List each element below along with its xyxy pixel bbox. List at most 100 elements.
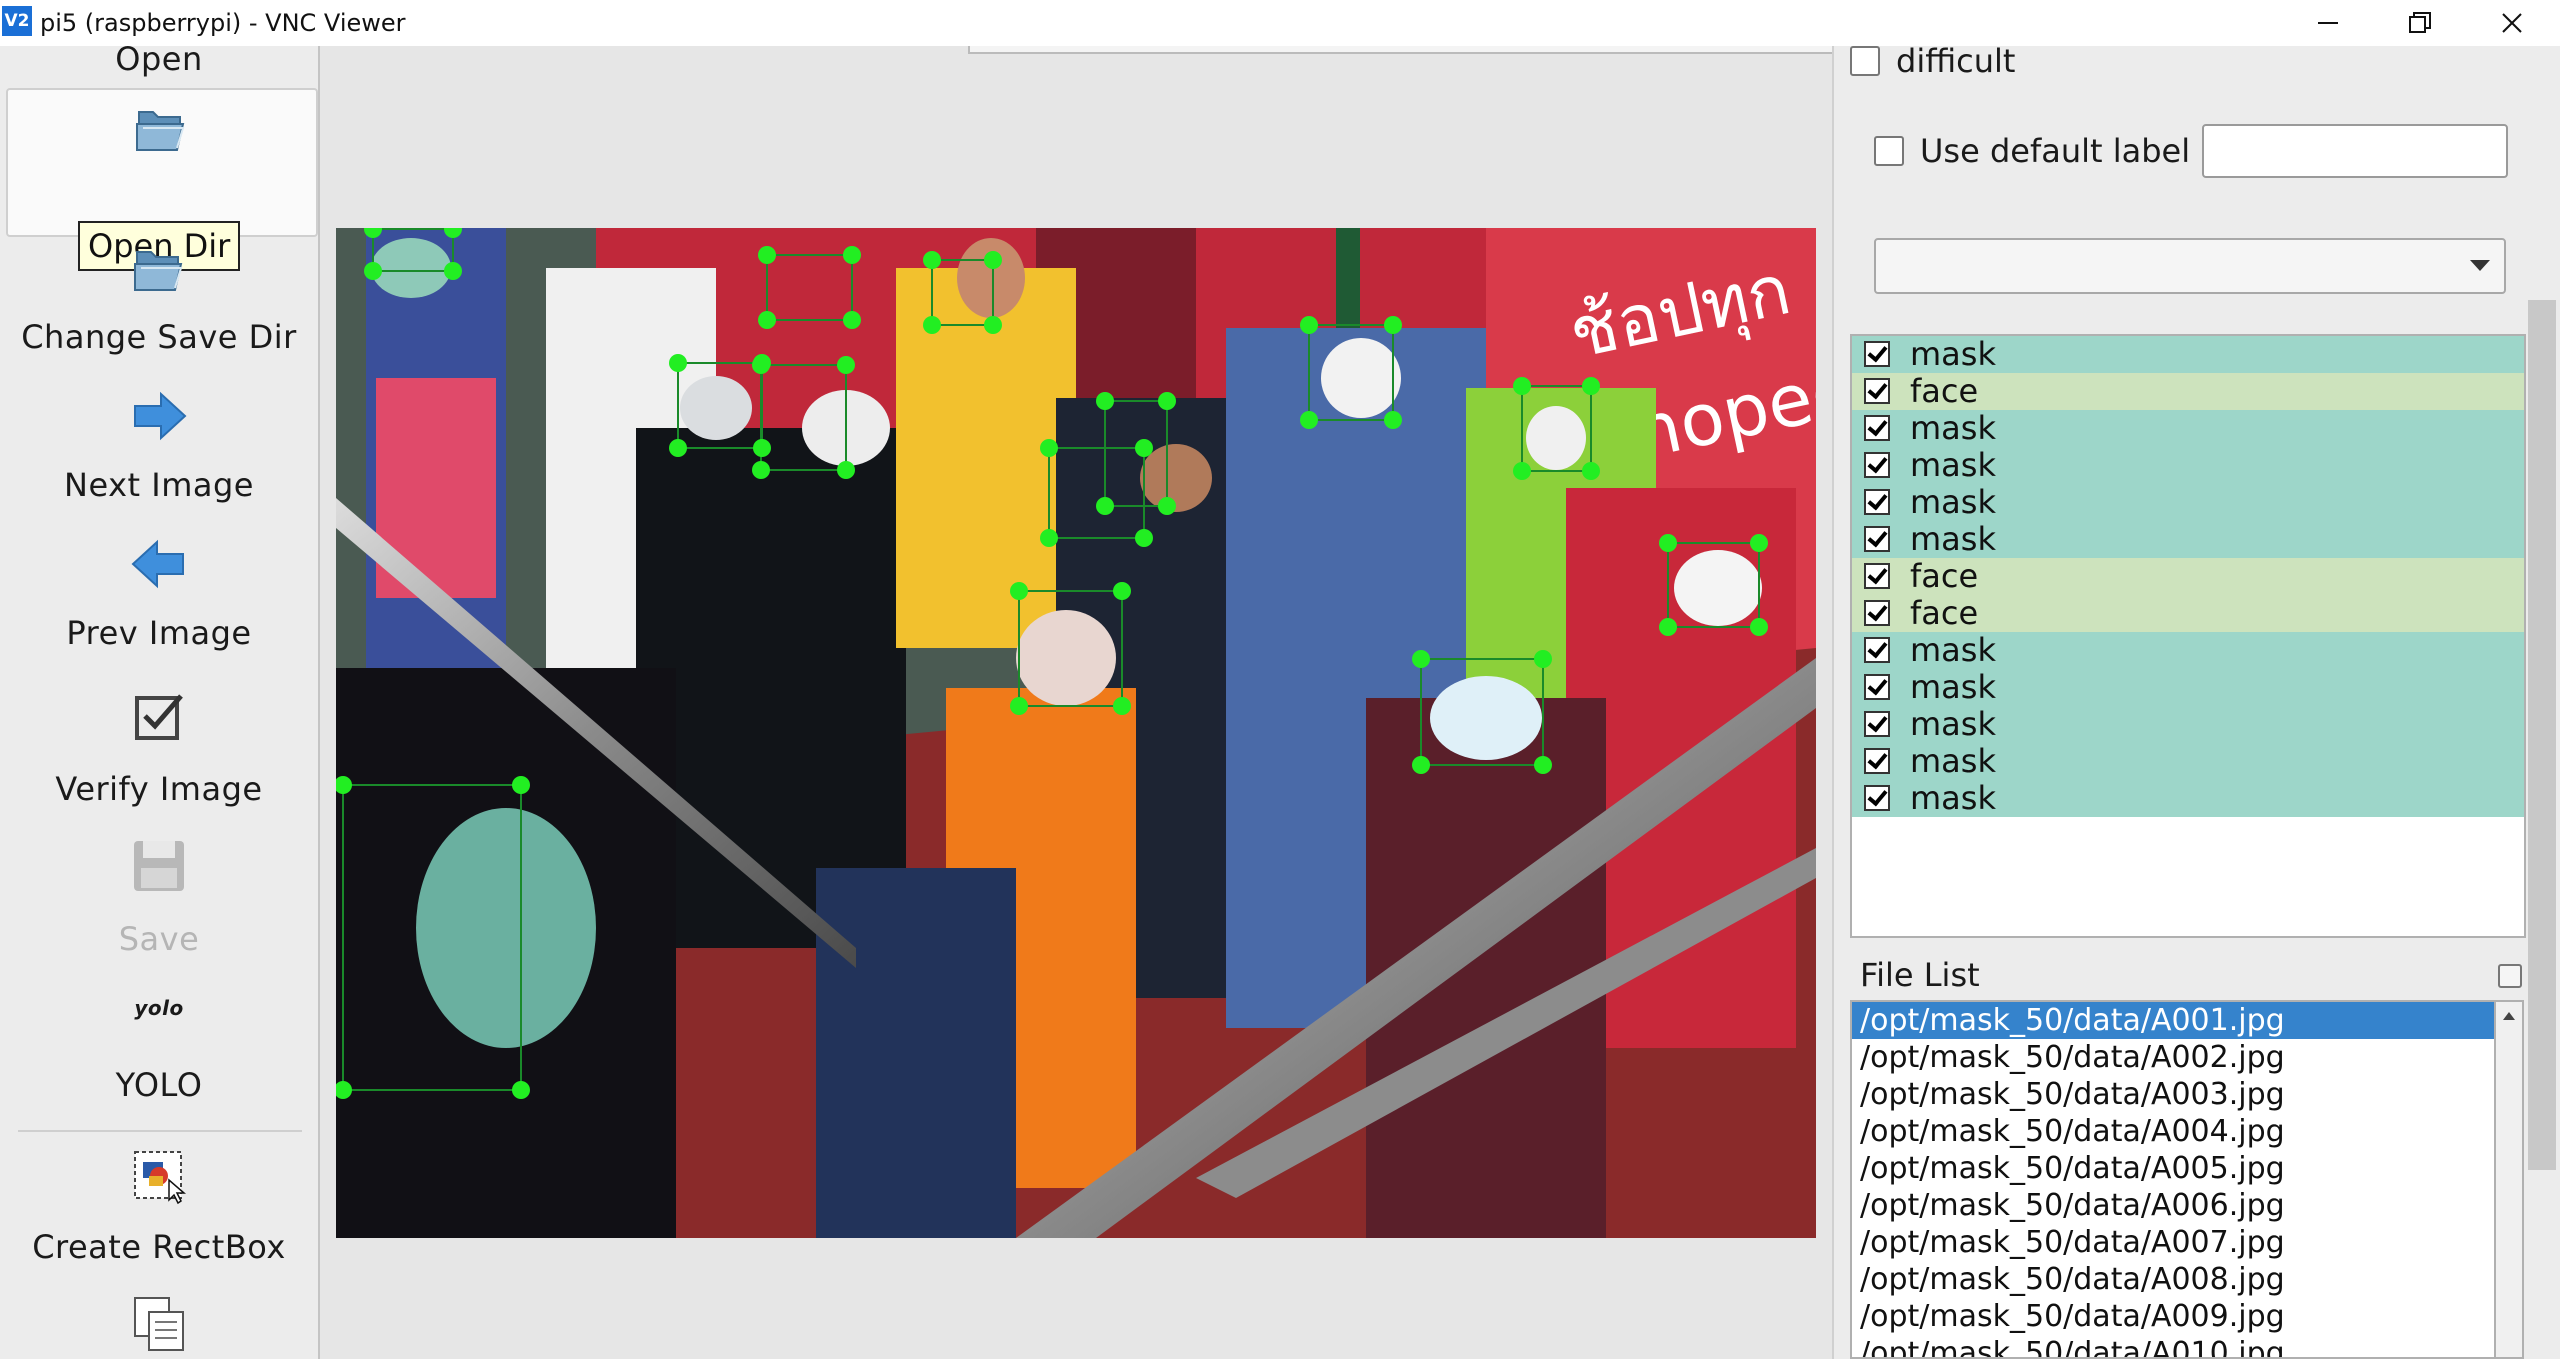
floppy-disk-icon bbox=[134, 841, 184, 891]
label-checkbox[interactable] bbox=[1864, 674, 1890, 700]
annotated-image[interactable]: ช้อปทุก Shopee bbox=[336, 228, 1816, 1238]
open-dir-button[interactable] bbox=[6, 88, 318, 237]
create-rectbox-label: Create RectBox bbox=[32, 1228, 286, 1266]
create-rectbox-button[interactable]: Create RectBox bbox=[0, 1146, 318, 1276]
file-list-item[interactable]: /opt/mask_50/data/A003.jpg bbox=[1852, 1076, 2494, 1113]
label-list-item[interactable]: face bbox=[1852, 558, 2524, 595]
label-list-item[interactable]: mask bbox=[1852, 410, 2524, 447]
change-save-dir-label: Change Save Dir bbox=[21, 318, 297, 356]
folder-icon bbox=[136, 111, 185, 151]
file-list-item[interactable]: /opt/mask_50/data/A005.jpg bbox=[1852, 1150, 2494, 1187]
change-save-dir-button[interactable]: Change Save Dir bbox=[0, 240, 318, 370]
label-text: mask bbox=[1910, 409, 1996, 447]
file-list-scrollbar[interactable] bbox=[2496, 1000, 2524, 1359]
use-default-label-checkbox[interactable] bbox=[1874, 136, 1904, 166]
label-text: mask bbox=[1910, 446, 1996, 484]
label-text: face bbox=[1910, 372, 1979, 410]
label-list-item[interactable]: mask bbox=[1852, 669, 2524, 706]
horizontal-scrollbar[interactable] bbox=[968, 46, 1882, 54]
label-text: face bbox=[1910, 594, 1979, 632]
crowd-photo-illustration: ช้อปทุก Shopee bbox=[336, 228, 1816, 1238]
label-list-item[interactable]: mask bbox=[1852, 521, 2524, 558]
label-checkbox[interactable] bbox=[1864, 600, 1890, 626]
file-list-item[interactable]: /opt/mask_50/data/A006.jpg bbox=[1852, 1187, 2494, 1224]
label-text: mask bbox=[1910, 668, 1996, 706]
restore-button[interactable] bbox=[2374, 0, 2466, 46]
label-list-item[interactable]: mask bbox=[1852, 484, 2524, 521]
label-checkbox[interactable] bbox=[1864, 526, 1890, 552]
next-image-button[interactable]: Next Image bbox=[0, 386, 318, 516]
label-text: mask bbox=[1910, 742, 1996, 780]
file-list-item[interactable]: /opt/mask_50/data/A007.jpg bbox=[1852, 1224, 2494, 1261]
file-list-item[interactable]: /opt/mask_50/data/A001.jpg bbox=[1852, 1002, 2494, 1039]
label-list-item[interactable]: mask bbox=[1852, 706, 2524, 743]
label-text: face bbox=[1910, 557, 1979, 595]
toolbar-separator bbox=[18, 1130, 302, 1132]
label-list-item[interactable]: face bbox=[1852, 373, 2524, 410]
label-list-item[interactable]: mask bbox=[1852, 780, 2524, 817]
file-list-title: File List bbox=[1860, 956, 1980, 994]
file-list-item[interactable]: /opt/mask_50/data/A002.jpg bbox=[1852, 1039, 2494, 1076]
minimize-icon bbox=[2318, 22, 2338, 24]
label-list-item[interactable]: mask bbox=[1852, 447, 2524, 484]
window-title: pi5 (raspberrypi) - VNC Viewer bbox=[40, 9, 406, 37]
file-list-item[interactable]: /opt/mask_50/data/A009.jpg bbox=[1852, 1298, 2494, 1335]
tools-toolbar: Open Open Dir Change Save Dir Next Image… bbox=[0, 40, 320, 1359]
prev-image-button[interactable]: Prev Image bbox=[0, 534, 318, 664]
close-button[interactable] bbox=[2466, 0, 2558, 46]
yolo-format-button[interactable]: yolo YOLO bbox=[0, 986, 318, 1116]
use-default-label-text: Use default label bbox=[1920, 132, 2191, 170]
copy-icon bbox=[134, 1297, 184, 1351]
save-label: Save bbox=[118, 920, 200, 958]
difficult-checkbox[interactable] bbox=[1850, 46, 1880, 76]
label-checkbox[interactable] bbox=[1864, 489, 1890, 515]
open-label: Open bbox=[115, 40, 203, 78]
label-filter-combobox[interactable] bbox=[1874, 238, 2506, 294]
minimize-button[interactable] bbox=[2282, 0, 2374, 46]
arrow-right-icon bbox=[134, 391, 187, 441]
folder-icon bbox=[134, 251, 183, 291]
file-list: /opt/mask_50/data/A001.jpg /opt/mask_50/… bbox=[1850, 1000, 2496, 1359]
dock-scrollbar-thumb[interactable] bbox=[2528, 300, 2556, 1170]
label-list-item[interactable]: mask bbox=[1852, 336, 2524, 373]
label-checkbox[interactable] bbox=[1864, 415, 1890, 441]
label-list: mask face mask mask mask mask face face … bbox=[1850, 334, 2526, 938]
save-button[interactable]: Save bbox=[0, 836, 318, 966]
undock-float-icon[interactable] bbox=[2498, 964, 2522, 988]
difficult-label: difficult bbox=[1896, 42, 2016, 80]
label-text: mask bbox=[1910, 631, 1996, 669]
create-rectbox-icon bbox=[134, 1151, 187, 1205]
chevron-down-icon bbox=[2470, 260, 2490, 271]
label-checkbox[interactable] bbox=[1864, 452, 1890, 478]
scroll-up-arrow-icon bbox=[2503, 1012, 2515, 1020]
window-title-bar: V2 pi5 (raspberrypi) - VNC Viewer bbox=[0, 0, 2560, 46]
arrow-left-icon bbox=[131, 539, 184, 589]
file-list-item[interactable]: /opt/mask_50/data/A010.jpg bbox=[1852, 1335, 2494, 1357]
label-checkbox[interactable] bbox=[1864, 378, 1890, 404]
prev-image-label: Prev Image bbox=[66, 614, 252, 652]
label-checkbox[interactable] bbox=[1864, 785, 1890, 811]
label-text: mask bbox=[1910, 483, 1996, 521]
label-checkbox[interactable] bbox=[1864, 748, 1890, 774]
checkbox-icon bbox=[135, 694, 183, 740]
label-text: mask bbox=[1910, 779, 1996, 817]
vnc-viewer-logo-icon: V2 bbox=[2, 6, 32, 36]
yolo-label: YOLO bbox=[115, 1066, 203, 1104]
label-checkbox[interactable] bbox=[1864, 711, 1890, 737]
open-button[interactable]: Open bbox=[0, 40, 318, 82]
label-checkbox[interactable] bbox=[1864, 637, 1890, 663]
verify-image-label: Verify Image bbox=[55, 770, 263, 808]
label-list-item[interactable]: mask bbox=[1852, 743, 2524, 780]
verify-image-button[interactable]: Verify Image bbox=[0, 686, 318, 816]
label-text: mask bbox=[1910, 520, 1996, 558]
file-list-item[interactable]: /opt/mask_50/data/A008.jpg bbox=[1852, 1261, 2494, 1298]
label-checkbox[interactable] bbox=[1864, 341, 1890, 367]
restore-icon bbox=[2409, 12, 2431, 33]
duplicate-rectbox-button[interactable] bbox=[0, 1294, 318, 1359]
file-list-item[interactable]: /opt/mask_50/data/A004.jpg bbox=[1852, 1113, 2494, 1150]
label-list-item[interactable]: face bbox=[1852, 595, 2524, 632]
label-checkbox[interactable] bbox=[1864, 563, 1890, 589]
default-label-input[interactable] bbox=[2202, 124, 2508, 178]
label-list-item[interactable]: mask bbox=[1852, 632, 2524, 669]
label-text: mask bbox=[1910, 705, 1996, 743]
